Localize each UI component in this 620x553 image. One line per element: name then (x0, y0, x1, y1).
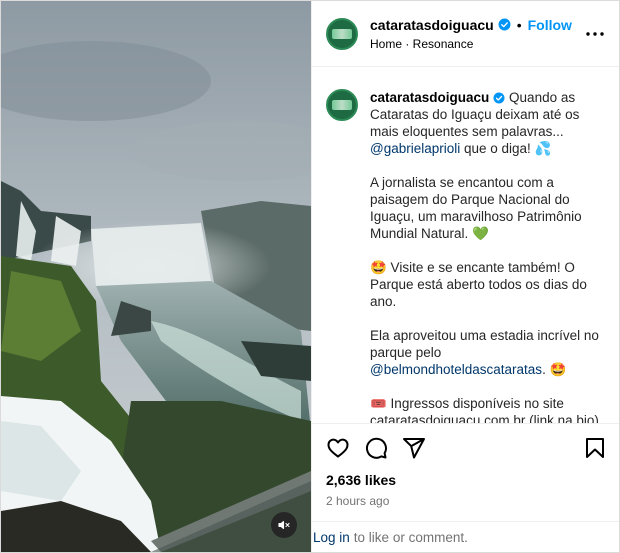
avatar-logo (332, 28, 352, 39)
verified-badge-icon (493, 92, 505, 104)
heart-icon[interactable] (326, 436, 350, 460)
post-media[interactable] (1, 1, 311, 552)
instagram-post: cataratasdoiguacu • Follow Home · Resona… (0, 0, 620, 553)
separator-dot: • (516, 16, 522, 33)
follow-button[interactable]: Follow (528, 17, 572, 33)
post-sidebar: cataratasdoiguacu • Follow Home · Resona… (311, 1, 619, 552)
login-link[interactable]: Log in (313, 530, 350, 545)
post-header: cataratasdoiguacu • Follow Home · Resona… (312, 1, 619, 67)
header-username[interactable]: cataratasdoiguacu (370, 17, 494, 33)
mute-button[interactable] (271, 512, 297, 538)
login-prompt: Log in to like or comment. (312, 521, 619, 552)
audio-label[interactable]: Home · Resonance (370, 37, 583, 51)
caption-text-2: que o diga! 💦 A jornalista se encantou c… (370, 141, 599, 360)
more-horizontal-icon (586, 31, 604, 36)
header-text: cataratasdoiguacu • Follow Home · Resona… (370, 17, 583, 51)
actions-section: 2,636 likes 2 hours ago (312, 423, 619, 508)
caption-avatar[interactable] (326, 89, 358, 121)
caption-area: cataratasdoiguacu Quando as Cataratas do… (312, 67, 619, 423)
comment-icon[interactable] (364, 436, 388, 460)
bookmark-icon[interactable] (583, 436, 607, 460)
header-title-row: cataratasdoiguacu • Follow (370, 17, 583, 33)
post-timestamp[interactable]: 2 hours ago (326, 494, 607, 508)
mention-link[interactable]: @belmondhoteldascataratas (370, 362, 542, 377)
action-icons (326, 430, 607, 466)
avatar-logo (332, 100, 352, 110)
login-rest-text: to like or comment. (353, 529, 468, 545)
speaker-muted-icon (278, 520, 290, 530)
caption-username[interactable]: cataratasdoiguacu (370, 90, 489, 105)
more-options-button[interactable] (583, 22, 607, 46)
waterfall-photo (1, 1, 311, 552)
verified-badge-icon (498, 18, 511, 31)
mention-link[interactable]: @gabrielaprioli (370, 141, 460, 156)
caption: cataratasdoiguacu Quando as Cataratas do… (370, 89, 605, 423)
avatar[interactable] (326, 17, 358, 50)
share-icon[interactable] (402, 436, 426, 460)
likes-count[interactable]: 2,636 likes (326, 472, 607, 488)
